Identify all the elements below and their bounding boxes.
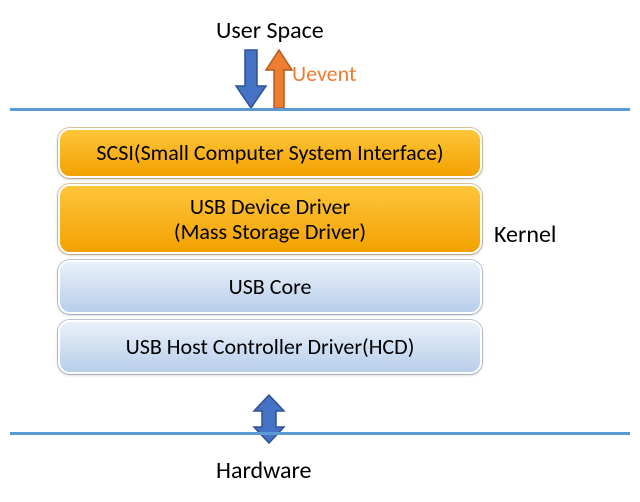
layer-usb-driver-line1: USB Device Driver (190, 194, 350, 219)
layer-hcd: USB Host Controller Driver(HCD) (58, 320, 482, 374)
layer-scsi-text: SCSI(Small Computer System Interface) (96, 140, 443, 165)
boundary-line-top (10, 108, 630, 111)
hardware-label: Hardware (216, 456, 311, 485)
double-arrow-icon (254, 395, 284, 443)
layer-usb-driver: USB Device Driver (Mass Storage Driver) (58, 184, 482, 254)
layer-usb-driver-line2: (Mass Storage Driver) (174, 219, 366, 244)
uevent-label: Uevent (292, 60, 356, 87)
arrow-down-icon (236, 50, 266, 108)
kernel-label: Kernel (494, 220, 556, 249)
layer-hcd-text: USB Host Controller Driver(HCD) (126, 334, 415, 359)
arrow-up-icon (266, 50, 292, 108)
boundary-line-bottom (10, 432, 630, 435)
diagram-stage: { "labels": { "user_space": "User Space"… (0, 0, 640, 502)
layer-usb-core-text: USB Core (229, 274, 312, 299)
user-space-label: User Space (216, 16, 324, 45)
layer-usb-core: USB Core (58, 260, 482, 314)
layer-scsi: SCSI(Small Computer System Interface) (58, 128, 482, 178)
kernel-stack: SCSI(Small Computer System Interface) US… (58, 128, 482, 380)
